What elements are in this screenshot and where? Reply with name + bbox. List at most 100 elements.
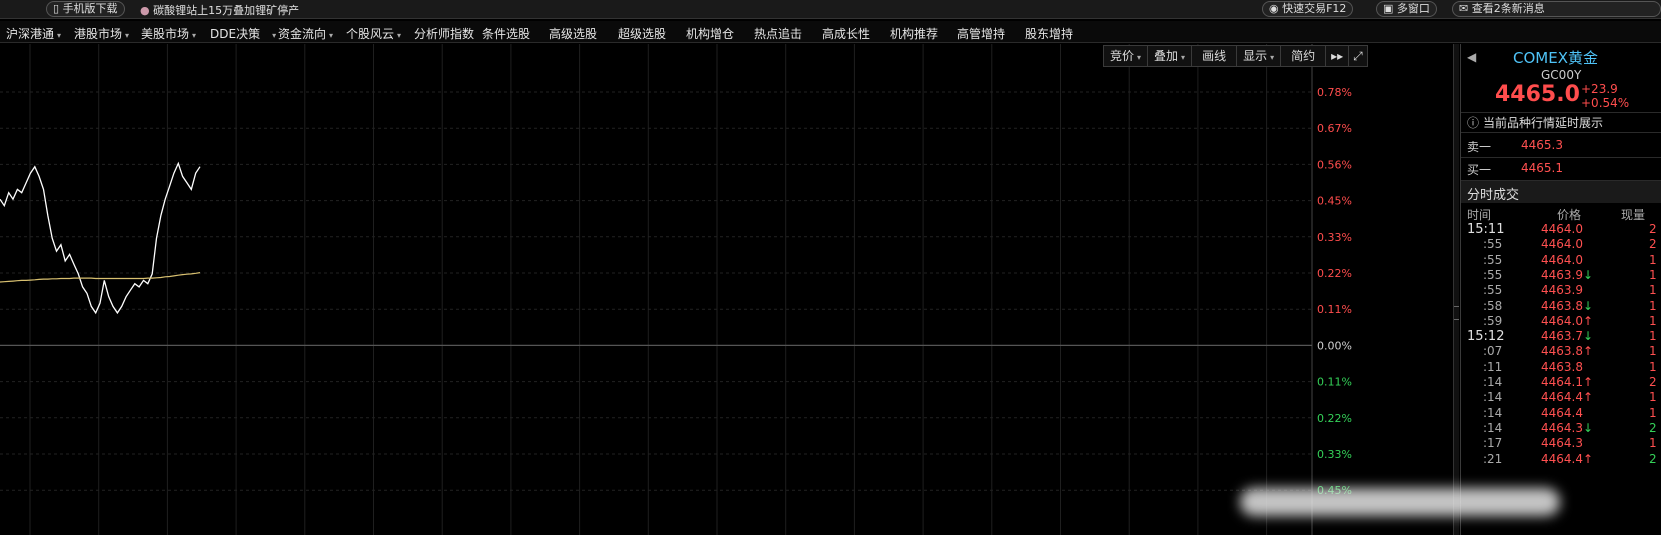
menu-item-dde[interactable]: DDE决策 ▾ [210, 25, 276, 42]
chevron-down-icon: ▾ [329, 31, 334, 40]
tick-price: 4464.0 [1541, 237, 1583, 252]
arrow-up-icon: ↑ [1583, 313, 1594, 328]
chevron-down-icon: ▾ [272, 31, 277, 40]
intraday-chart[interactable]: 0.78% 0.67% 0.56% 0.45% 0.33% 0.22% 0.11% 0.00%… [0, 44, 1456, 535]
y-tick-label: 0.78% [1317, 86, 1352, 99]
draw-line-button[interactable]: 画线 [1191, 45, 1238, 67]
tick-row: :21 4464.4↑ 2 [1461, 452, 1661, 468]
menu-item-institution-add[interactable]: 机构增仓 [686, 25, 734, 42]
panel-splitter[interactable] [1453, 44, 1459, 535]
tick-price: 4463.7↓ [1541, 329, 1594, 344]
tick-volume: 2 [1649, 237, 1657, 252]
tick-row: :58 4463.8↓ 1 [1461, 299, 1661, 315]
tick-price: 4464.4↑ [1541, 390, 1594, 405]
tick-row: 15:11 4464.0 2 [1461, 222, 1661, 238]
y-tick-label: 0.00% [1317, 339, 1352, 352]
tick-price: 4464.0 [1541, 222, 1583, 236]
menu-item-high-growth[interactable]: 高成长性 [822, 25, 870, 42]
arrow-up-icon: ↑ [1583, 375, 1594, 389]
chevron-down-icon: ▾ [1181, 53, 1186, 62]
tick-time: :59 [1483, 313, 1503, 328]
menu-label: 资金流向 [278, 27, 327, 41]
overlay-button[interactable]: 叠加 ▾ [1147, 45, 1193, 67]
chevron-down-icon: ▾ [1270, 53, 1275, 62]
mobile-download-button[interactable]: ▯ 手机版下载 [46, 1, 125, 17]
tick-volume: 1 [1649, 313, 1657, 328]
tick-time: :17 [1483, 436, 1503, 451]
menu-item-hot-pursuit[interactable]: 热点追击 [754, 25, 802, 42]
menu-label: 美股市场 [141, 27, 190, 41]
y-tick-label: 0.33% [1317, 448, 1352, 461]
quick-trade-label: 快速交易F12 [1282, 2, 1347, 15]
tick-row: :07 4463.8↑ 1 [1461, 344, 1661, 360]
tick-price: 4463.9↓ [1541, 267, 1594, 282]
tick-price: 4464.1↑ [1541, 375, 1594, 389]
bid-label: 买一 [1467, 163, 1492, 177]
tick-time: :14 [1483, 375, 1503, 389]
tick-volume: 1 [1649, 359, 1657, 374]
tick-time: :58 [1483, 298, 1503, 313]
tick-volume: 2 [1649, 375, 1657, 389]
tick-price: 4463.8 [1541, 359, 1583, 374]
menu-item-holder-increase[interactable]: 股东增持 [1025, 25, 1073, 42]
tick-price: 4464.3 [1541, 436, 1583, 451]
ask-label: 卖一 [1467, 140, 1492, 154]
arrow-up-icon: ↑ [1583, 390, 1594, 405]
chevron-down-icon: ▾ [125, 31, 130, 40]
menu-item-hk-market[interactable]: 港股市场 ▾ [74, 25, 129, 42]
overlay-label: 叠加 [1154, 49, 1179, 63]
news-headline[interactable]: ● 碳酸锂站上15万叠加锂矿停产 [140, 2, 299, 18]
phone-icon: ▯ [53, 2, 60, 15]
tick-time: :07 [1483, 344, 1503, 359]
tick-price: 4464.0 [1541, 252, 1583, 267]
menu-label: 沪深港通 [6, 27, 55, 41]
top-bar: ▯ 手机版下载 ● 碳酸锂站上15万叠加锂矿停产 ◉ 快速交易F12 ▣ 多窗口… [0, 0, 1661, 19]
tick-row: :14 4464.3↓ 2 [1461, 421, 1661, 437]
instrument-code: GC00Y [1541, 68, 1582, 82]
tick-row: :55 4464.0 2 [1461, 237, 1661, 253]
tick-volume: 1 [1649, 344, 1657, 359]
fullscreen-icon[interactable]: ⤢ [1348, 45, 1368, 67]
ticks-header[interactable]: 分时成交 [1461, 181, 1661, 203]
menu-item-institution-recommend[interactable]: 机构推荐 [890, 25, 938, 42]
next-page-button[interactable]: ▸▸ [1325, 45, 1350, 67]
menu-item-capital-flow[interactable]: 资金流向 ▾ [278, 25, 333, 42]
menu-item-condition-select[interactable]: 条件选股 [482, 25, 530, 42]
tick-row: :14 4464.4 1 [1461, 406, 1661, 422]
tick-volume: 1 [1649, 252, 1657, 267]
y-tick-label: 0.67% [1317, 122, 1352, 135]
intraday-chart-area[interactable]: 0.78% 0.67% 0.56% 0.45% 0.33% 0.22% 0.11% 0.00%… [0, 44, 1456, 535]
change-block: +23.9 +0.54% [1581, 82, 1629, 110]
instrument-name: COMEX黄金 [1513, 49, 1598, 67]
col-vol: 现量 [1621, 208, 1646, 222]
menu-label: 个股风云 [346, 27, 395, 41]
arrow-down-icon: ↓ [1583, 420, 1594, 435]
chevron-down-icon: ▾ [1137, 53, 1142, 62]
tick-row: 15:12 4463.7↓ 1 [1461, 329, 1661, 345]
display-button[interactable]: 显示 ▾ [1236, 45, 1282, 67]
tick-price: 4464.0↑ [1541, 313, 1594, 328]
multi-window-button[interactable]: ▣ 多窗口 [1376, 1, 1437, 17]
tick-volume: 1 [1649, 390, 1657, 405]
tick-volume: 2 [1649, 420, 1657, 435]
menu-item-advanced-select[interactable]: 高级选股 [549, 25, 597, 42]
splitter-handle[interactable] [1454, 306, 1459, 320]
menu-item-stock-news[interactable]: 个股风云 ▾ [346, 25, 401, 42]
menu-item-us-market[interactable]: 美股市场 ▾ [141, 25, 196, 42]
tick-volume: 1 [1649, 298, 1657, 313]
display-label: 显示 [1243, 49, 1268, 63]
collapse-left-icon[interactable]: ◀ [1467, 50, 1476, 64]
menu-item-exec-increase[interactable]: 高管增持 [957, 25, 1005, 42]
menu-item-super-select[interactable]: 超级选股 [618, 25, 666, 42]
messages-button[interactable]: ✉ 查看2条新消息 [1452, 1, 1661, 17]
tick-price: 4464.4 [1541, 405, 1583, 420]
auction-button[interactable]: 竞价 ▾ [1103, 45, 1149, 67]
price-change: +23.9 [1581, 82, 1618, 96]
y-tick-label: 0.45% [1317, 195, 1352, 208]
menu-item-analyst-index[interactable]: 分析师指数 [414, 25, 474, 42]
tick-time: :11 [1483, 359, 1503, 374]
simple-mode-button[interactable]: 简约 [1280, 45, 1327, 67]
menu-item-hk-connect[interactable]: 沪深港通 ▾ [6, 25, 61, 42]
quick-trade-button[interactable]: ◉ 快速交易F12 [1262, 1, 1354, 17]
tick-row: :59 4464.0↑ 1 [1461, 314, 1661, 330]
